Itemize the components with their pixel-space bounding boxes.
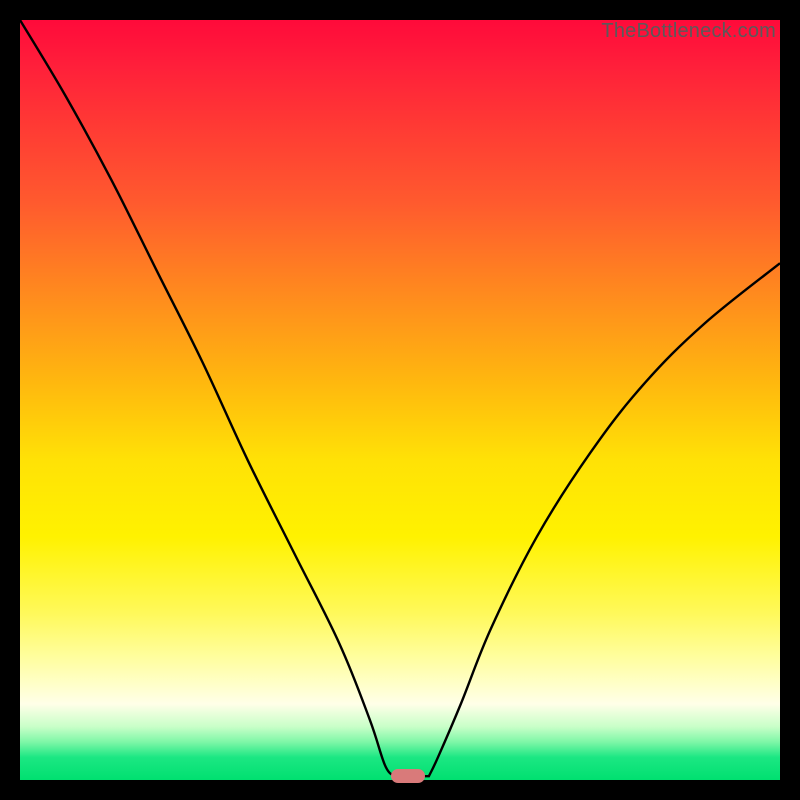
plot-area: TheBottleneck.com bbox=[20, 20, 780, 780]
optimal-marker bbox=[391, 769, 425, 783]
bottleneck-curve bbox=[20, 20, 780, 780]
chart-frame: TheBottleneck.com bbox=[0, 0, 800, 800]
curve-path bbox=[20, 20, 780, 776]
